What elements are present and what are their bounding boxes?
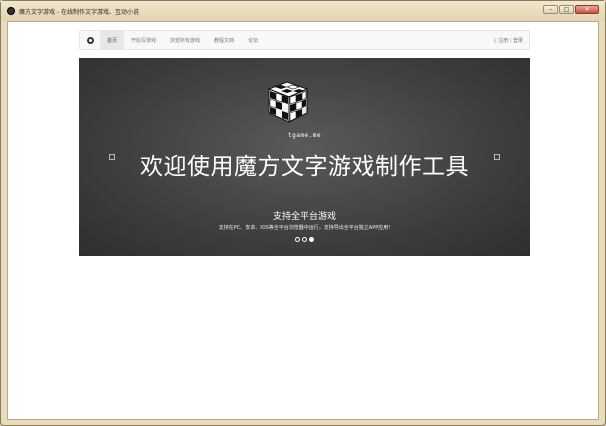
carousel-dot[interactable]	[295, 237, 300, 242]
brand-link[interactable]	[80, 30, 100, 50]
nav-item-start-writing[interactable]: 开始写游戏	[124, 31, 163, 49]
carousel-indicators	[79, 237, 530, 242]
window-controls: – □ ✕	[543, 5, 599, 14]
nav-item-tutorials[interactable]: 教程文档	[207, 31, 241, 49]
page-viewport: 首页 开始写游戏 浏览所有游戏 教程文档 论坛 ▯ 注册 \ 登录 tgame.…	[7, 21, 599, 420]
app-icon	[7, 7, 15, 15]
hero-description: 支持在PC、安卓、IOS等全平台浏览器中运行，支持导出全平台独立APP应用!	[218, 225, 391, 231]
window-title: 魔方文字游戏 - 在线制作文字游戏、互动小说	[19, 8, 139, 16]
logo-mark-icon	[86, 36, 94, 44]
browser-window: 魔方文字游戏 - 在线制作文字游戏、互动小说 – □ ✕ 首页 开始写游戏 浏览…	[0, 0, 606, 426]
rubiks-cube-icon	[267, 81, 309, 123]
title-bar[interactable]: 魔方文字游戏 - 在线制作文字游戏、互动小说 – □ ✕	[1, 1, 605, 21]
close-button[interactable]: ✕	[575, 5, 599, 14]
carousel-dot[interactable]	[302, 237, 307, 242]
carousel-dot-active[interactable]	[309, 237, 314, 242]
nav-item-forum[interactable]: 论坛	[241, 31, 265, 49]
top-navbar: 首页 开始写游戏 浏览所有游戏 教程文档 论坛 ▯ 注册 \ 登录	[79, 30, 530, 50]
nav-item-browse-games[interactable]: 浏览所有游戏	[163, 31, 207, 49]
hero-subtitle: 支持全平台游戏	[272, 212, 336, 222]
maximize-button[interactable]: □	[559, 5, 574, 14]
minimize-button[interactable]: –	[543, 5, 558, 14]
auth-links[interactable]: ▯ 注册 \ 登录	[494, 31, 523, 49]
nav-menu: 首页 开始写游戏 浏览所有游戏 教程文档 论坛	[100, 31, 265, 49]
hero-logo-text: tgame.me	[288, 132, 321, 139]
hero-carousel: tgame.me 欢迎使用魔方文字游戏制作工具 支持全平台游戏 支持在PC、安卓…	[79, 58, 530, 256]
nav-item-home[interactable]: 首页	[100, 31, 125, 49]
hero-title: 欢迎使用魔方文字游戏制作工具	[140, 154, 469, 180]
